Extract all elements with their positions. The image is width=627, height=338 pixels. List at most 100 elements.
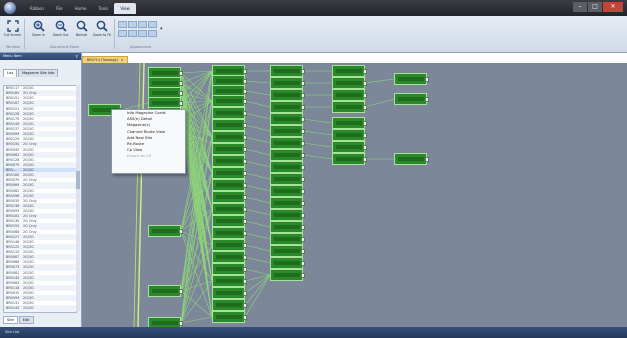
node-port-icon[interactable]: [363, 133, 367, 138]
node-port-icon[interactable]: [243, 111, 247, 116]
tab-site[interactable]: Site: [3, 316, 18, 324]
node-port-icon[interactable]: [243, 207, 247, 212]
tab-tools[interactable]: Tools: [92, 3, 114, 14]
node-port-icon[interactable]: [243, 267, 247, 272]
tab-ribbon[interactable]: Ribbon: [24, 3, 50, 14]
node-port-icon[interactable]: [179, 289, 183, 294]
site-node[interactable]: [270, 245, 305, 257]
node-port-icon[interactable]: [301, 201, 305, 206]
node-port-icon[interactable]: [301, 153, 305, 158]
node-port-icon[interactable]: [243, 171, 247, 176]
close-button[interactable]: ✕: [603, 2, 623, 12]
tab-view[interactable]: View: [114, 3, 136, 14]
site-node[interactable]: [212, 263, 247, 275]
node-port-icon[interactable]: [179, 71, 183, 76]
node-port-icon[interactable]: [301, 225, 305, 230]
site-node[interactable]: [148, 225, 183, 237]
node-port-icon[interactable]: [301, 177, 305, 182]
topology-canvas[interactable]: [82, 63, 627, 329]
node-port-icon[interactable]: [243, 159, 247, 164]
node-port-icon[interactable]: [243, 279, 247, 284]
zoom-normal-button[interactable]: Normal: [72, 19, 91, 43]
node-port-icon[interactable]: [301, 105, 305, 110]
tab-file[interactable]: File: [50, 3, 69, 14]
site-node[interactable]: [270, 269, 305, 281]
gallery-expand-icon[interactable]: ▾: [160, 26, 163, 32]
site-node[interactable]: [212, 239, 247, 251]
node-port-icon[interactable]: [363, 105, 367, 110]
node-port-icon[interactable]: [363, 145, 367, 150]
site-node[interactable]: [148, 285, 183, 297]
node-port-icon[interactable]: [301, 141, 305, 146]
zoom-in-button[interactable]: Zoom In: [29, 19, 48, 43]
zoom-out-button[interactable]: Zoom Out: [51, 19, 70, 43]
appearance-style-6[interactable]: [128, 30, 137, 37]
site-node[interactable]: [212, 119, 247, 131]
node-port-icon[interactable]: [301, 213, 305, 218]
list-item[interactable]: BR0145 2G/3G: [4, 306, 76, 312]
site-node[interactable]: [332, 129, 367, 141]
scrollbar-thumb[interactable]: [76, 171, 80, 189]
node-port-icon[interactable]: [243, 315, 247, 320]
site-node[interactable]: [270, 197, 305, 209]
node-port-icon[interactable]: [243, 135, 247, 140]
site-node[interactable]: [212, 275, 247, 287]
node-port-icon[interactable]: [301, 81, 305, 86]
site-node[interactable]: [332, 141, 367, 153]
site-node[interactable]: [394, 73, 429, 85]
node-port-icon[interactable]: [243, 243, 247, 248]
node-port-icon[interactable]: [363, 157, 367, 162]
node-port-icon[interactable]: [363, 121, 367, 126]
node-port-icon[interactable]: [243, 89, 247, 94]
site-node[interactable]: [270, 257, 305, 269]
site-node[interactable]: [270, 149, 305, 161]
site-node[interactable]: [332, 65, 367, 77]
site-node[interactable]: [394, 153, 429, 165]
node-port-icon[interactable]: [425, 157, 429, 162]
node-port-icon[interactable]: [363, 93, 367, 98]
site-node[interactable]: [332, 89, 367, 101]
node-port-icon[interactable]: [179, 81, 183, 86]
appearance-style-4[interactable]: [148, 21, 157, 28]
site-node[interactable]: [270, 101, 305, 113]
node-port-icon[interactable]: [243, 183, 247, 188]
site-node[interactable]: [212, 311, 247, 323]
node-port-icon[interactable]: [301, 237, 305, 242]
close-tab-icon[interactable]: x: [121, 58, 123, 62]
node-port-icon[interactable]: [243, 79, 247, 84]
node-port-icon[interactable]: [301, 117, 305, 122]
node-port-icon[interactable]: [179, 229, 183, 234]
site-node[interactable]: [212, 167, 247, 179]
node-port-icon[interactable]: [179, 91, 183, 96]
tab-magazine-site-info[interactable]: Magazine Site Info: [18, 69, 59, 77]
site-node[interactable]: [212, 251, 247, 263]
node-port-icon[interactable]: [179, 101, 183, 106]
node-port-icon[interactable]: [243, 99, 247, 104]
site-node[interactable]: [270, 89, 305, 101]
site-node[interactable]: [270, 77, 305, 89]
site-node[interactable]: [270, 209, 305, 221]
site-node[interactable]: [212, 143, 247, 155]
appearance-style-2[interactable]: [128, 21, 137, 28]
application-menu-button[interactable]: [4, 2, 16, 14]
node-port-icon[interactable]: [301, 129, 305, 134]
site-node[interactable]: [332, 101, 367, 113]
node-port-icon[interactable]: [243, 219, 247, 224]
node-port-icon[interactable]: [243, 291, 247, 296]
site-node[interactable]: [270, 113, 305, 125]
site-node[interactable]: [212, 131, 247, 143]
site-node[interactable]: [270, 221, 305, 233]
node-port-icon[interactable]: [179, 321, 183, 326]
site-node[interactable]: [212, 95, 247, 107]
site-node[interactable]: [212, 287, 247, 299]
maximize-button[interactable]: □: [588, 2, 602, 12]
site-node[interactable]: [270, 137, 305, 149]
node-port-icon[interactable]: [301, 69, 305, 74]
list-scrollbar[interactable]: [76, 85, 80, 311]
site-node[interactable]: [212, 179, 247, 191]
appearance-style-5[interactable]: [118, 30, 127, 37]
node-port-icon[interactable]: [301, 273, 305, 278]
site-node[interactable]: [270, 173, 305, 185]
node-port-icon[interactable]: [301, 261, 305, 266]
node-port-icon[interactable]: [301, 165, 305, 170]
